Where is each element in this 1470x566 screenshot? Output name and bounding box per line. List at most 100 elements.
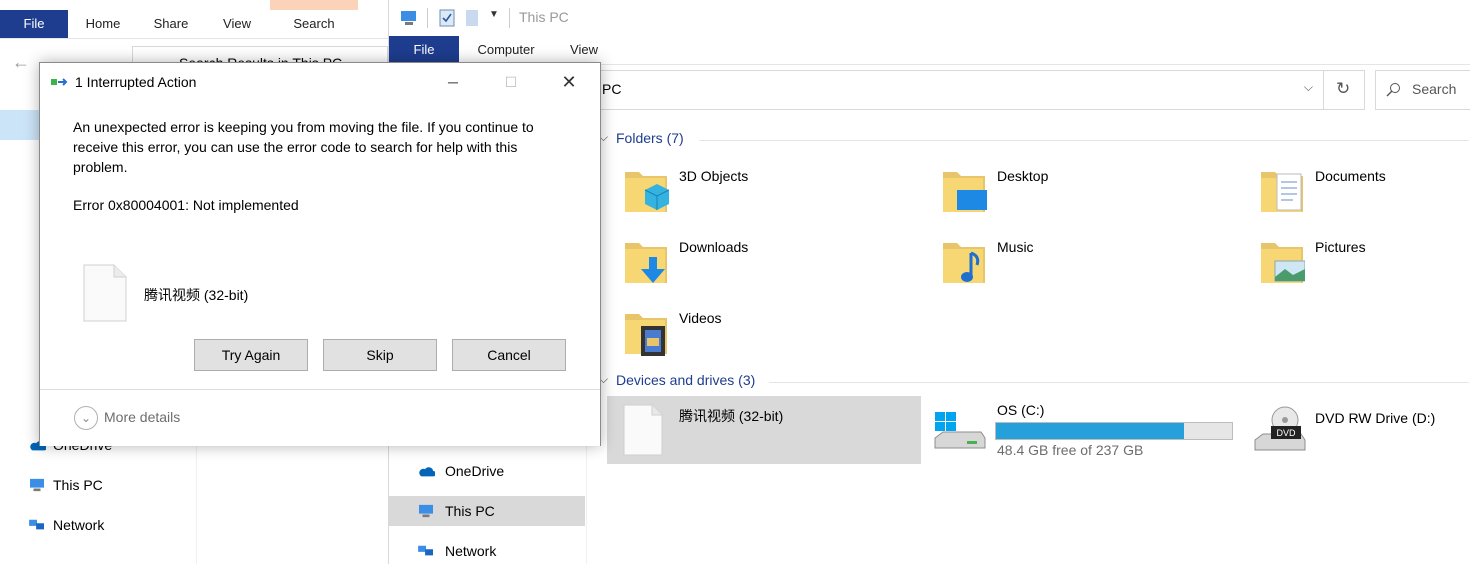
chevron-down-circle-icon: ⌄ <box>74 406 98 430</box>
folder-documents[interactable]: Documents <box>1245 160 1470 224</box>
minimize-icon: ─ <box>448 74 458 90</box>
tab-view[interactable]: View <box>206 10 268 38</box>
tab-home[interactable]: Home <box>72 10 134 38</box>
group-divider <box>769 382 1469 383</box>
maximize-button[interactable]: ☐ <box>488 63 534 101</box>
search-placeholder: Search <box>1412 81 1457 97</box>
music-folder-icon <box>943 243 985 283</box>
drive-label: 腾讯视频 (32-bit) <box>679 408 784 424</box>
folder-pictures[interactable]: Pictures <box>1245 231 1470 295</box>
drive-label: OS (C:) <box>997 402 1045 418</box>
window-title: This PC <box>519 9 569 25</box>
dialog-file-name: 腾讯视频 (32-bit) <box>144 287 249 303</box>
more-details-label: More details <box>104 409 181 425</box>
nav-item-this-pc[interactable]: This PC <box>0 470 196 500</box>
videos-folder-icon <box>625 314 667 356</box>
right-ribbon-tabs: File Computer View <box>389 36 1470 65</box>
refresh-icon: ↻ <box>1336 79 1351 98</box>
folder-label: Pictures <box>1315 239 1366 255</box>
folder-3d-objects[interactable]: 3D Objects <box>609 160 909 224</box>
dvd-drive-icon: DVD <box>1254 406 1306 451</box>
network-icon <box>418 545 433 556</box>
tab-file[interactable]: File <box>0 10 68 38</box>
close-icon: ✕ <box>561 72 577 92</box>
folder-videos[interactable]: Videos <box>609 302 909 366</box>
downloads-folder-icon <box>625 243 667 283</box>
folder-label: Music <box>997 239 1034 255</box>
folder-label: Downloads <box>679 239 749 255</box>
nav-item-network[interactable]: Network <box>0 510 196 540</box>
refresh-button[interactable]: ↻ <box>1323 70 1365 110</box>
tab-file[interactable]: File <box>389 36 459 64</box>
file-icon <box>83 264 127 322</box>
maximize-icon: ☐ <box>504 74 518 90</box>
interrupted-action-dialog: 1 Interrupted Action ─ ☐ ✕ An unexpected… <box>39 62 601 446</box>
content-pane: ⌵ Folders (7) 3D Objects Desktop Documen… <box>599 120 1470 564</box>
tab-view[interactable]: View <box>553 36 615 64</box>
minimize-button[interactable]: ─ <box>430 63 476 101</box>
nav-label: Network <box>53 517 105 533</box>
cancel-button[interactable]: Cancel <box>452 339 566 371</box>
drive-dvd-d[interactable]: DVD DVD RW Drive (D:) <box>1245 396 1470 464</box>
chevron-down-icon[interactable]: ⌵ <box>1304 80 1313 95</box>
properties-check-icon[interactable] <box>439 9 455 27</box>
nav-item-this-pc[interactable]: This PC <box>389 496 585 526</box>
tab-share[interactable]: Share <box>140 10 202 38</box>
folder-music[interactable]: Music <box>927 231 1227 295</box>
group-title: Devices and drives (3) <box>616 372 756 388</box>
computer-icon <box>419 504 433 518</box>
nav-label: This PC <box>53 477 103 493</box>
folder-label: Documents <box>1315 168 1386 184</box>
drives-group-header[interactable]: ⌵ Devices and drives (3) <box>599 372 1470 392</box>
chevron-down-icon: ⌵ <box>599 130 609 144</box>
documents-folder-icon <box>1261 172 1303 212</box>
drive-usage-bar <box>995 422 1233 440</box>
drive-free-space: 48.4 GB free of 237 GB <box>997 442 1144 458</box>
drive-os-c[interactable]: OS (C:) 48.4 GB free of 237 GB <box>927 396 1247 464</box>
file-icon <box>623 404 663 456</box>
dialog-message: An unexpected error is keeping you from … <box>73 119 534 175</box>
quick-access-toolbar: ▼ This PC <box>389 0 1470 36</box>
dialog-title: 1 Interrupted Action <box>75 74 197 90</box>
try-again-button[interactable]: Try Again <box>194 339 308 371</box>
search-icon <box>1386 83 1400 97</box>
dialog-footer: ⌄ More details <box>40 389 600 446</box>
network-icon <box>29 519 44 530</box>
folder-label: Videos <box>679 310 722 326</box>
search-box[interactable]: Search <box>1375 70 1470 110</box>
toolbar-divider <box>509 8 510 28</box>
close-button[interactable]: ✕ <box>546 63 592 101</box>
back-arrow-icon[interactable]: ← <box>12 52 30 73</box>
dialog-titlebar: 1 Interrupted Action ─ ☐ ✕ <box>40 63 600 101</box>
folder-downloads[interactable]: Downloads <box>609 231 909 295</box>
nav-item-network[interactable]: Network <box>389 536 585 566</box>
pictures-folder-icon <box>1261 243 1305 283</box>
move-file-icon <box>51 78 68 86</box>
svg-text:DVD: DVD <box>1276 428 1296 438</box>
desktop-folder-icon <box>943 172 987 212</box>
windows-drive-icon <box>934 412 986 449</box>
nav-item-onedrive[interactable]: OneDrive <box>389 456 585 486</box>
onedrive-icon <box>419 467 435 477</box>
nav-label: OneDrive <box>445 463 505 479</box>
error-code: Error 0x80004001: Not implemented <box>73 197 299 213</box>
more-details-toggle[interactable]: ⌄ More details <box>70 406 210 430</box>
tab-computer[interactable]: Computer <box>465 36 547 64</box>
folders-group-header[interactable]: ⌵ Folders (7) <box>599 130 1470 150</box>
drive-label: DVD RW Drive (D:) <box>1315 410 1436 426</box>
skip-button[interactable]: Skip <box>323 339 437 371</box>
computer-icon <box>30 478 44 492</box>
folder-desktop[interactable]: Desktop <box>927 160 1227 224</box>
group-title: Folders (7) <box>616 130 684 146</box>
computer-icon <box>401 11 416 25</box>
tab-search[interactable]: Search <box>270 0 358 38</box>
customize-dropdown-icon[interactable]: ▼ <box>489 9 499 20</box>
drive-usage-fill <box>996 423 1184 439</box>
chevron-down-icon: ⌵ <box>599 372 609 386</box>
right-address-bar[interactable]: PC ⌵ <box>589 70 1324 110</box>
new-folder-icon[interactable] <box>465 9 479 27</box>
drive-tencent-video[interactable]: 腾讯视频 (32-bit) <box>607 396 921 464</box>
folder-label: 3D Objects <box>679 168 749 184</box>
left-ribbon-tabs: File Home Share View Search <box>0 0 388 39</box>
group-divider <box>699 140 1469 141</box>
